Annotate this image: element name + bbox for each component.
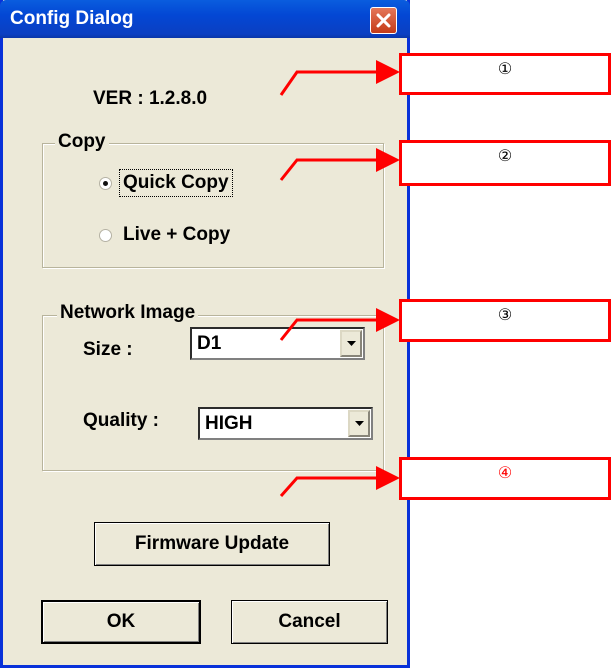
callout-1: ①: [399, 53, 611, 95]
arrow-4: [279, 466, 400, 497]
arrow-3: [279, 308, 400, 341]
callout-3: ③: [399, 299, 611, 342]
arrow-1: [279, 60, 400, 96]
callout-4: ④: [399, 457, 611, 500]
arrow-2: [279, 148, 400, 181]
callout-2: ②: [399, 140, 611, 186]
